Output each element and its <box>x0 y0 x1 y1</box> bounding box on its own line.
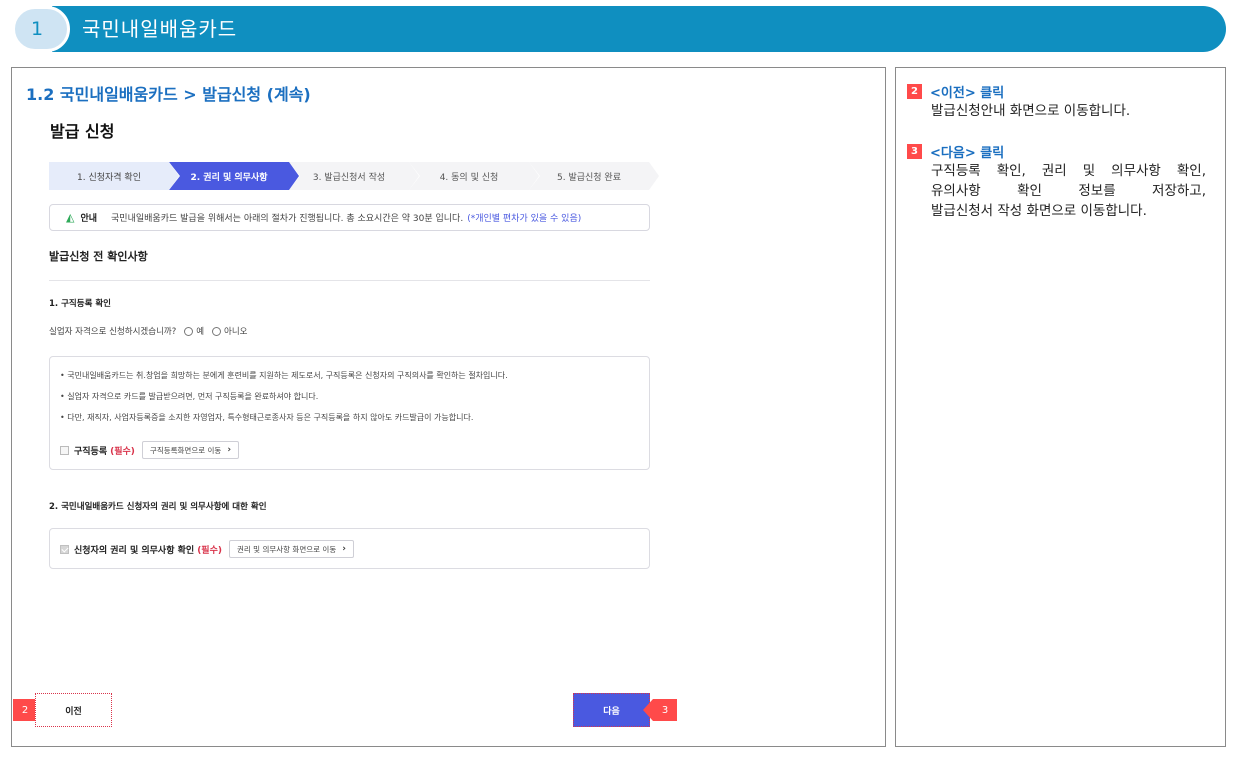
radio-no[interactable] <box>212 326 222 336</box>
chevron-right-icon: › <box>227 445 232 455</box>
step-label: 2. 권리 및 의무사항 <box>190 172 268 183</box>
page-title: 발급 신청 <box>50 122 115 141</box>
note-header: 2 <이전> 클릭 <box>907 82 1130 101</box>
rights-box: 신청자의 권리 및 의무사항 확인 (필수) 권리 및 의무사항 화면으로 이동… <box>49 528 650 569</box>
step-4: 4. 동의 및 신청 <box>409 162 540 190</box>
note-title: <이전> 클릭 <box>930 86 1005 101</box>
go-rights-button[interactable]: 권리 및 의무사항 화면으로 이동 › <box>228 540 354 558</box>
notice-box: ◭ 안내 국민내일배움카드 발급을 위해서는 아래의 절차가 진행됩니다. 총 … <box>49 204 650 231</box>
step-2-active: 2. 권리 및 의무사항 <box>169 162 300 190</box>
explanation-panel: 2 <이전> 클릭 발급신청안내 화면으로 이동합니다. 3 <다음> 클릭 구… <box>895 67 1226 747</box>
megaphone-icon: ◭ <box>66 211 75 224</box>
rights-checkbox[interactable] <box>60 544 69 554</box>
radio-yes-label: 예 <box>196 327 205 337</box>
sub-heading: 발급신청 전 확인사항 <box>49 250 148 263</box>
job-registration-box: • 국민내일배움카드는 취.창업을 희망하는 분에게 훈련비를 지원하는 제도로… <box>49 356 650 470</box>
info-bullet: • 실업자 자격으로 카드를 발급받으려면, 먼저 구직등록을 완료하셔야 합니… <box>60 392 319 401</box>
note-body: 구직등록 확인, 권리 및 의무사항 확인, 유의사항 확인 정보를 저장하고,… <box>931 161 1206 221</box>
job-registration-check-row: 구직등록 (필수) 구직등록화면으로 이동 › <box>60 441 240 459</box>
go-job-registration-button[interactable]: 구직등록화면으로 이동 › <box>141 441 240 459</box>
step-3: 3. 발급신청서 작성 <box>289 162 420 190</box>
progress-stepper: 1. 신청자격 확인 2. 권리 및 의무사항 3. 발급신청서 작성 4. 동… <box>49 162 660 190</box>
required-mark: (필수) <box>197 545 222 556</box>
note-title: <다음> 클릭 <box>930 146 1005 161</box>
info-bullet: • 다만, 재직자, 사업자등록증을 소지한 자영업자, 특수형태근로종사자 등… <box>60 413 474 422</box>
banner-number: 1 <box>12 6 70 52</box>
radio-no-label: 아니오 <box>224 327 248 337</box>
info-bullet: • 국민내일배움카드는 취.창업을 희망하는 분에게 훈련비를 지원하는 제도로… <box>60 371 508 380</box>
note-prev: 2 <이전> 클릭 발급신청안내 화면으로 이동합니다. <box>907 82 1130 121</box>
note-line: 구직등록 확인, 권리 및 의무사항 확인, <box>931 163 1206 179</box>
radio-yes[interactable] <box>184 326 194 336</box>
rights-check-row: 신청자의 권리 및 의무사항 확인 (필수) 권리 및 의무사항 화면으로 이동… <box>60 540 354 558</box>
question-text: 실업자 자격으로 신청하시겠습니까? <box>49 327 177 337</box>
banner-title: 국민내일배움카드 <box>82 17 238 41</box>
step-label: 4. 동의 및 신청 <box>439 172 499 183</box>
next-button[interactable]: 다음 <box>573 693 650 727</box>
rights-title: 2. 국민내일배움카드 신청자의 권리 및 의무사항에 대한 확인 <box>49 502 267 512</box>
note-badge: 2 <box>907 84 922 99</box>
step-label: 1. 신청자격 확인 <box>77 172 141 183</box>
job-registration-checkbox[interactable] <box>60 445 69 455</box>
step-5: 5. 발급신청 완료 <box>529 162 660 190</box>
notice-message: 국민내일배움카드 발급을 위해서는 아래의 절차가 진행됩니다. 총 소요시간은… <box>111 214 464 224</box>
note-line: 발급신청서 작성 화면으로 이동합니다. <box>931 203 1147 219</box>
step-1: 1. 신청자격 확인 <box>49 162 180 190</box>
notice-hint: (*개인별 편차가 있을 수 있음) <box>467 214 582 224</box>
section-heading: 1.2 국민내일배움카드 > 발급신청 (계속) <box>26 85 311 104</box>
required-mark: (필수) <box>110 446 135 457</box>
note-body: 발급신청안내 화면으로 이동합니다. <box>931 101 1130 121</box>
section-banner: 1 국민내일배움카드 <box>12 6 1226 52</box>
notice-label: 안내 <box>80 214 98 224</box>
divider <box>49 280 650 281</box>
screen-panel: 1.2 국민내일배움카드 > 발급신청 (계속) 발급 신청 1. 신청자격 확… <box>11 67 886 747</box>
note-next: 3 <다음> 클릭 구직등록 확인, 권리 및 의무사항 확인, 유의사항 확인… <box>907 142 1206 221</box>
step-label: 3. 발급신청서 작성 <box>312 172 386 183</box>
prev-button[interactable]: 이전 <box>35 693 112 727</box>
callout-marker-3: 3 <box>643 699 677 721</box>
chevron-right-icon: › <box>342 544 346 554</box>
job-registration-label: 구직등록 <box>74 446 108 457</box>
button-label: 구직등록화면으로 이동 <box>149 445 222 455</box>
step-label: 5. 발급신청 완료 <box>557 172 621 183</box>
button-label: 권리 및 의무사항 화면으로 이동 <box>236 544 337 554</box>
note-header: 3 <다음> 클릭 <box>907 142 1206 161</box>
note-line: 발급신청안내 화면으로 이동합니다. <box>931 103 1131 119</box>
unemployed-question: 실업자 자격으로 신청하시겠습니까? 예 아니오 <box>49 325 248 337</box>
job-registration-title: 1. 구직등록 확인 <box>49 299 111 309</box>
callout-marker-2: 2 <box>13 699 47 721</box>
note-line: 유의사항 확인 정보를 저장하고, <box>931 183 1206 199</box>
note-badge: 3 <box>907 144 922 159</box>
rights-label: 신청자의 권리 및 의무사항 확인 <box>74 545 195 556</box>
